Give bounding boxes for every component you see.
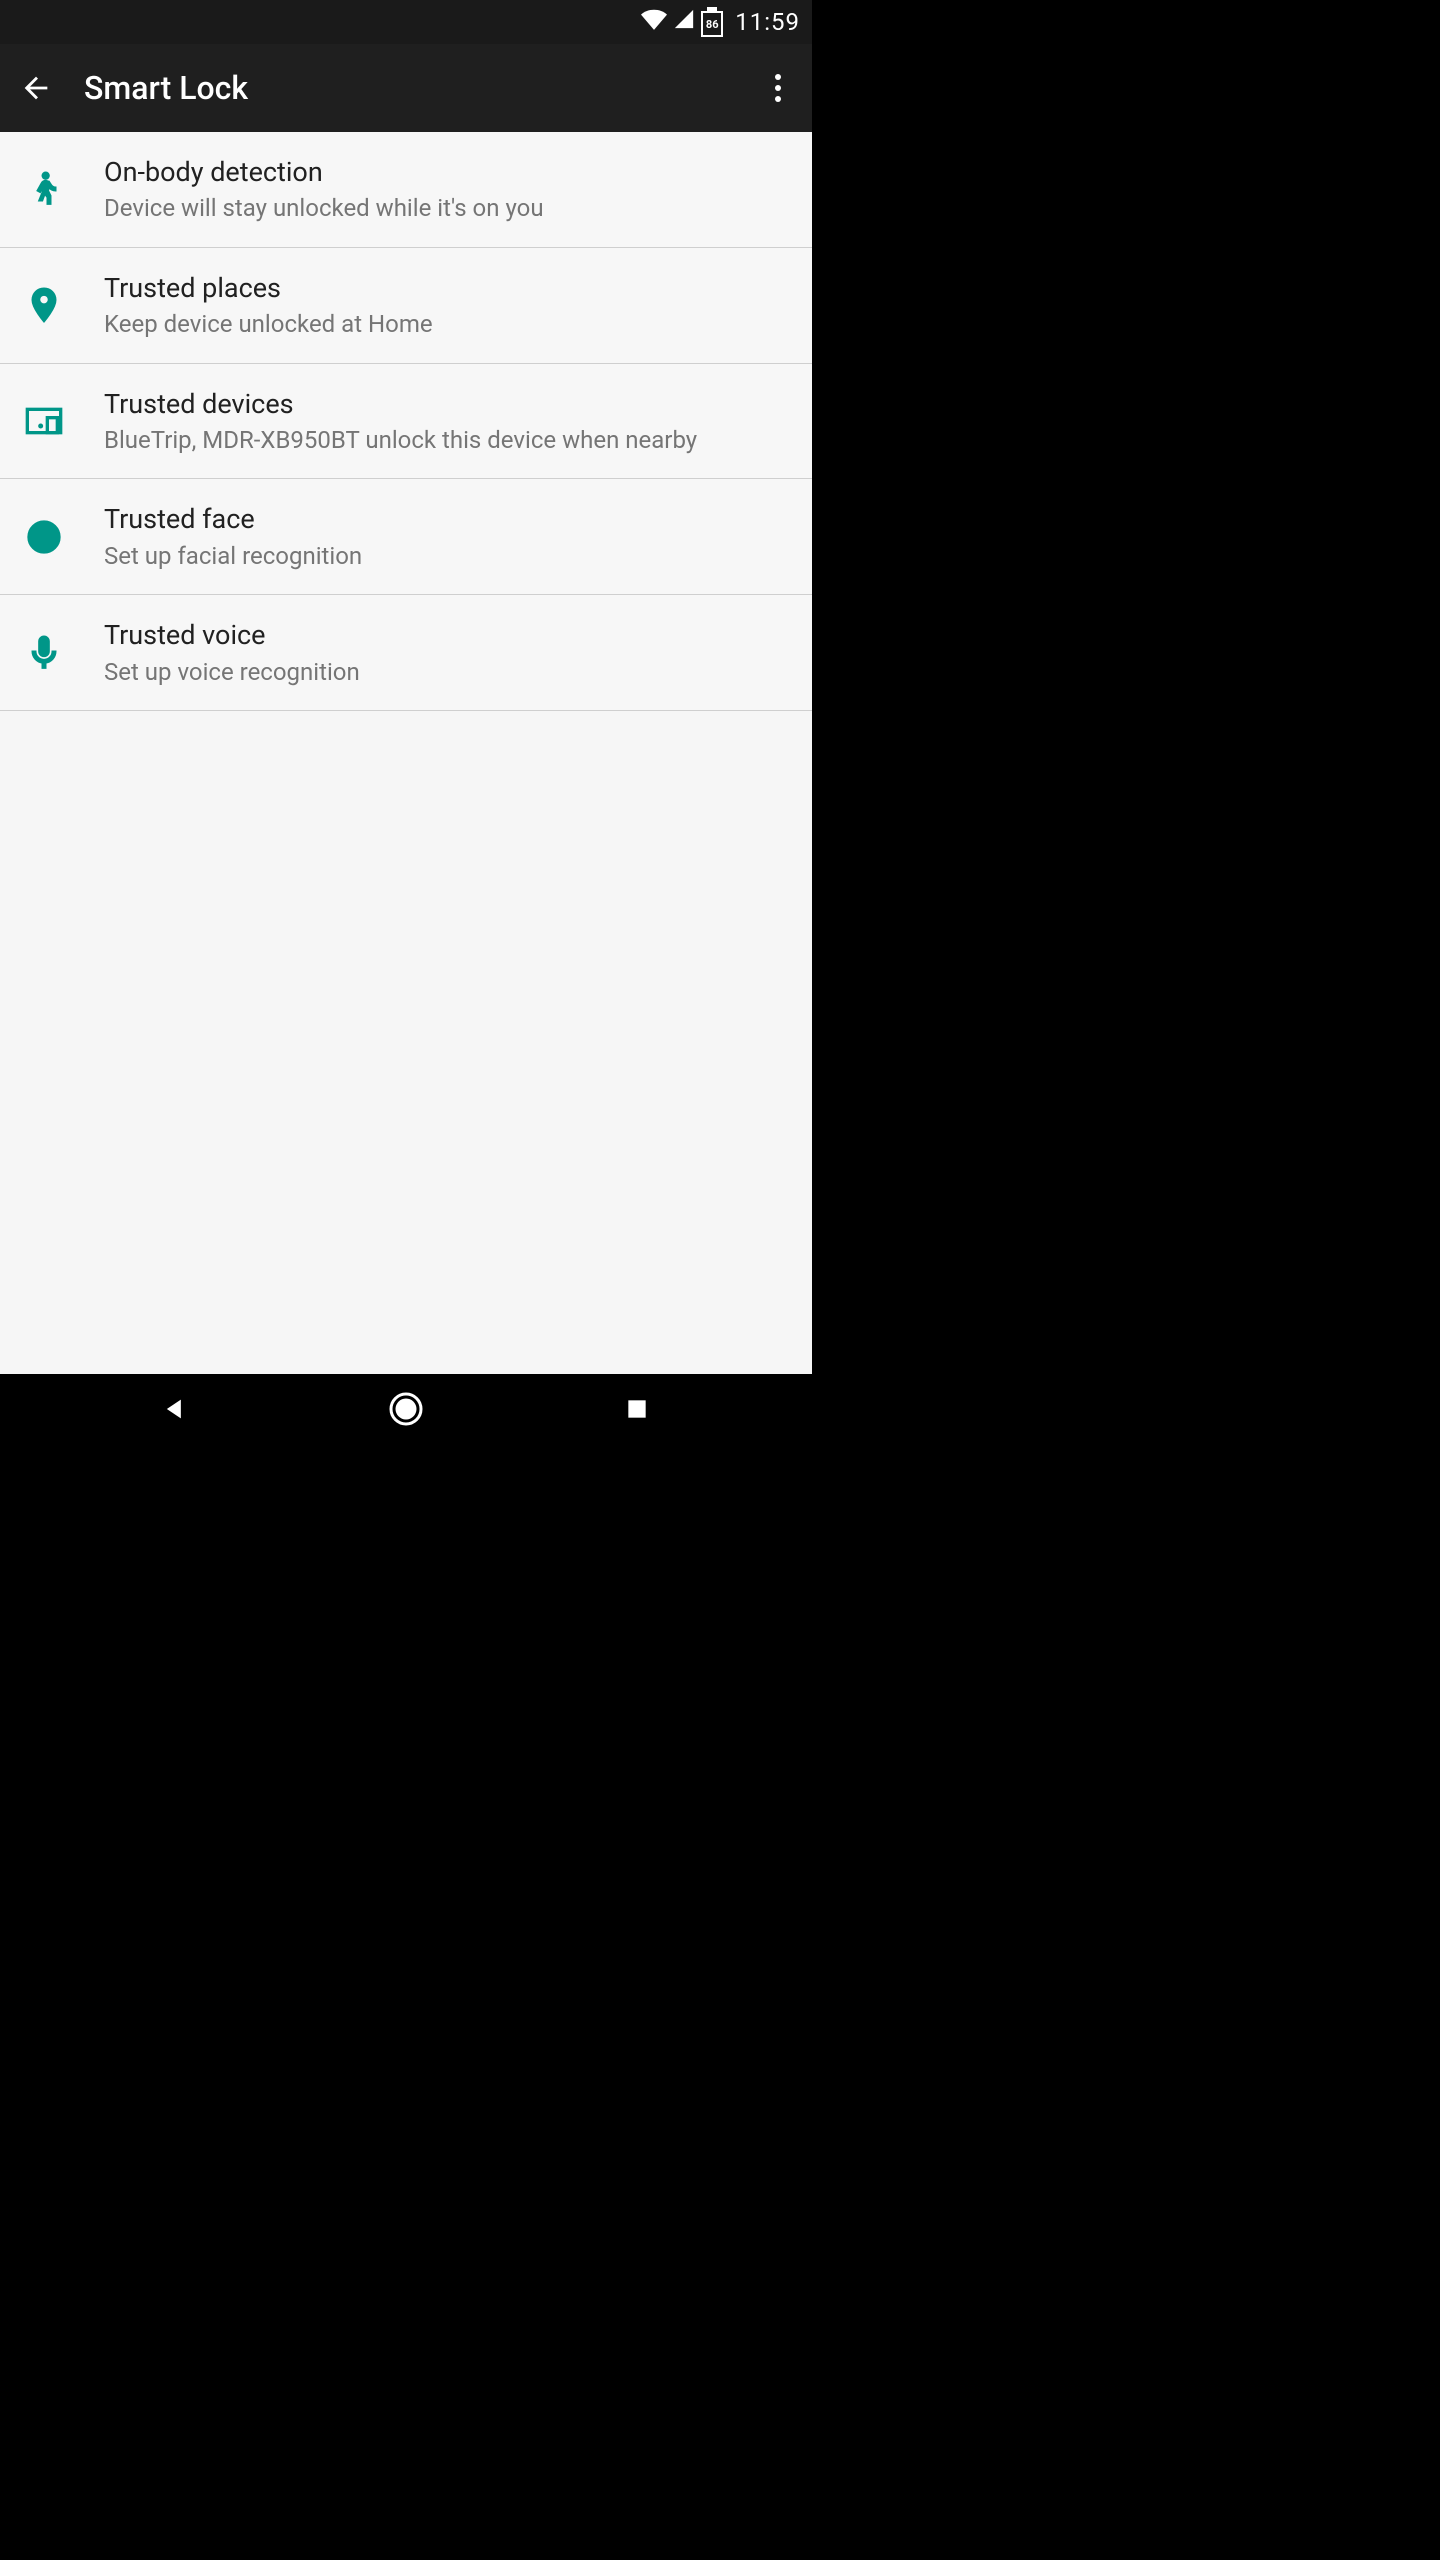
row-on-body-detection[interactable]: On-body detection Device will stay unloc…: [0, 132, 812, 248]
devices-icon: [24, 401, 104, 441]
row-trusted-face[interactable]: Trusted face Set up facial recognition: [0, 479, 812, 595]
nav-back-button[interactable]: [145, 1379, 205, 1439]
row-subtitle: Set up voice recognition: [104, 656, 788, 688]
screen: 86 11:59 Smart Lock On-body detection De…: [0, 0, 812, 1444]
settings-list: On-body detection Device will stay unloc…: [0, 132, 812, 1374]
square-recents-icon: [624, 1396, 650, 1422]
app-bar: Smart Lock: [0, 44, 812, 132]
row-title: On-body detection: [104, 154, 788, 190]
navigation-bar: [0, 1374, 812, 1444]
arrow-left-icon: [19, 71, 53, 105]
row-title: Trusted voice: [104, 617, 788, 653]
nav-recents-button[interactable]: [607, 1379, 667, 1439]
walk-icon: [24, 169, 104, 209]
battery-percent: 86: [701, 11, 723, 37]
triangle-back-icon: [161, 1395, 189, 1423]
row-subtitle: BlueTrip, MDR-XB950BT unlock this device…: [104, 424, 788, 456]
overflow-menu-button[interactable]: [758, 68, 798, 108]
page-title: Smart Lock: [84, 69, 758, 107]
row-title: Trusted face: [104, 501, 788, 537]
row-title: Trusted devices: [104, 386, 788, 422]
clock: 11:59: [735, 8, 800, 36]
row-title: Trusted places: [104, 270, 788, 306]
row-subtitle: Keep device unlocked at Home: [104, 308, 788, 340]
row-subtitle: Set up facial recognition: [104, 540, 788, 572]
row-trusted-voice[interactable]: Trusted voice Set up voice recognition: [0, 595, 812, 711]
row-trusted-places[interactable]: Trusted places Keep device unlocked at H…: [0, 248, 812, 364]
place-icon: [24, 285, 104, 325]
row-subtitle: Device will stay unlocked while it's on …: [104, 192, 788, 224]
back-button[interactable]: [14, 66, 58, 110]
face-icon: [24, 517, 104, 557]
wifi-icon: [641, 8, 667, 36]
more-vert-icon: [775, 74, 781, 80]
row-trusted-devices[interactable]: Trusted devices BlueTrip, MDR-XB950BT un…: [0, 364, 812, 480]
status-bar: 86 11:59: [0, 0, 812, 44]
nav-home-button[interactable]: [376, 1379, 436, 1439]
voice-icon: [24, 633, 104, 673]
battery-icon: 86: [701, 7, 723, 37]
circle-home-icon: [388, 1391, 424, 1427]
signal-icon: [673, 8, 695, 36]
